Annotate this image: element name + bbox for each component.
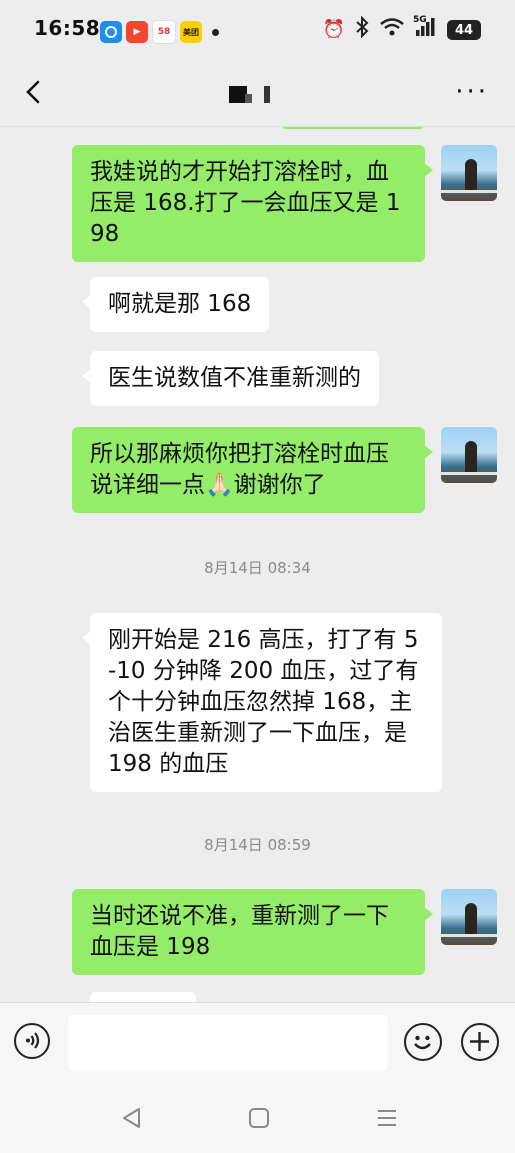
status-bar: 16:58 ▶ 58 美团 ⏰ 5G 44	[0, 0, 515, 62]
emoji-icon	[414, 1035, 431, 1050]
partial-message-bubble	[282, 127, 424, 129]
app-icon-red: ▶	[126, 21, 148, 43]
wifi-icon	[379, 17, 405, 43]
bluetooth-icon	[355, 15, 369, 44]
alarm-icon: ⏰	[322, 19, 345, 40]
message-bubble-outgoing[interactable]: 所以那麻烦你把打溶栓时血压说详细一点🙏🏻谢谢你了	[72, 427, 433, 513]
network-type: 5G	[413, 15, 427, 25]
nav-home-button[interactable]	[245, 1104, 273, 1132]
notification-app-icons: ▶ 58 美团	[100, 20, 219, 44]
message-timestamp: 8月14日 08:59	[204, 836, 311, 854]
self-avatar[interactable]	[441, 427, 497, 483]
plus-button[interactable]	[461, 1023, 499, 1061]
emoji-button[interactable]	[404, 1023, 442, 1061]
more-icon: ···	[455, 77, 489, 107]
app-icon-blue	[100, 21, 122, 43]
chat-header: ···	[0, 62, 515, 127]
message-bubble-outgoing[interactable]: 当时还说不准，重新测了一下血压是 198	[72, 889, 433, 975]
app-icon-meituan: 美团	[180, 21, 202, 43]
nav-home-icon	[249, 1108, 269, 1128]
status-time: 16:58	[34, 16, 101, 40]
nav-back-button[interactable]	[118, 1104, 146, 1132]
battery-indicator: 44	[447, 20, 481, 40]
partial-message-bubble	[90, 992, 196, 1002]
plus-icon	[470, 1032, 489, 1051]
back-arrow-icon	[26, 80, 40, 104]
back-button[interactable]	[18, 76, 50, 108]
input-bar	[0, 1002, 515, 1083]
system-nav-bar	[0, 1082, 515, 1153]
self-avatar[interactable]	[441, 889, 497, 945]
message-bubble-incoming[interactable]: 啊就是那 168	[81, 277, 270, 332]
message-timestamp: 8月14日 08:34	[204, 559, 311, 577]
app-icon-58: 58	[152, 20, 176, 44]
self-avatar[interactable]	[441, 145, 497, 201]
notification-dot	[212, 28, 219, 36]
more-button[interactable]: ···	[455, 79, 489, 105]
signal-icon: 5G	[413, 15, 437, 43]
message-bubble-incoming[interactable]: 医生说数值不准重新测的	[82, 351, 379, 406]
message-input[interactable]	[68, 1015, 388, 1071]
nav-menu-button[interactable]	[373, 1104, 401, 1132]
message-bubble-outgoing[interactable]: 我娃说的才开始打溶栓时，血压是 168.打了一会血压又是 198	[72, 145, 433, 262]
nav-back-icon	[123, 1108, 140, 1128]
voice-icon	[26, 1032, 40, 1049]
message-bubble-incoming[interactable]: 刚开始是 216 高压，打了有 5-10 分钟降 200 血压，过了有个十分钟血…	[82, 613, 442, 792]
nav-menu-icon	[378, 1110, 396, 1126]
status-right: ⏰ 5G 44	[322, 15, 481, 44]
voice-button[interactable]	[14, 1023, 50, 1059]
chat-area[interactable]: 我娃说的才开始打溶栓时，血压是 168.打了一会血压又是 198 啊就是那 16…	[0, 127, 515, 1002]
redacted-title-block	[229, 86, 270, 107]
